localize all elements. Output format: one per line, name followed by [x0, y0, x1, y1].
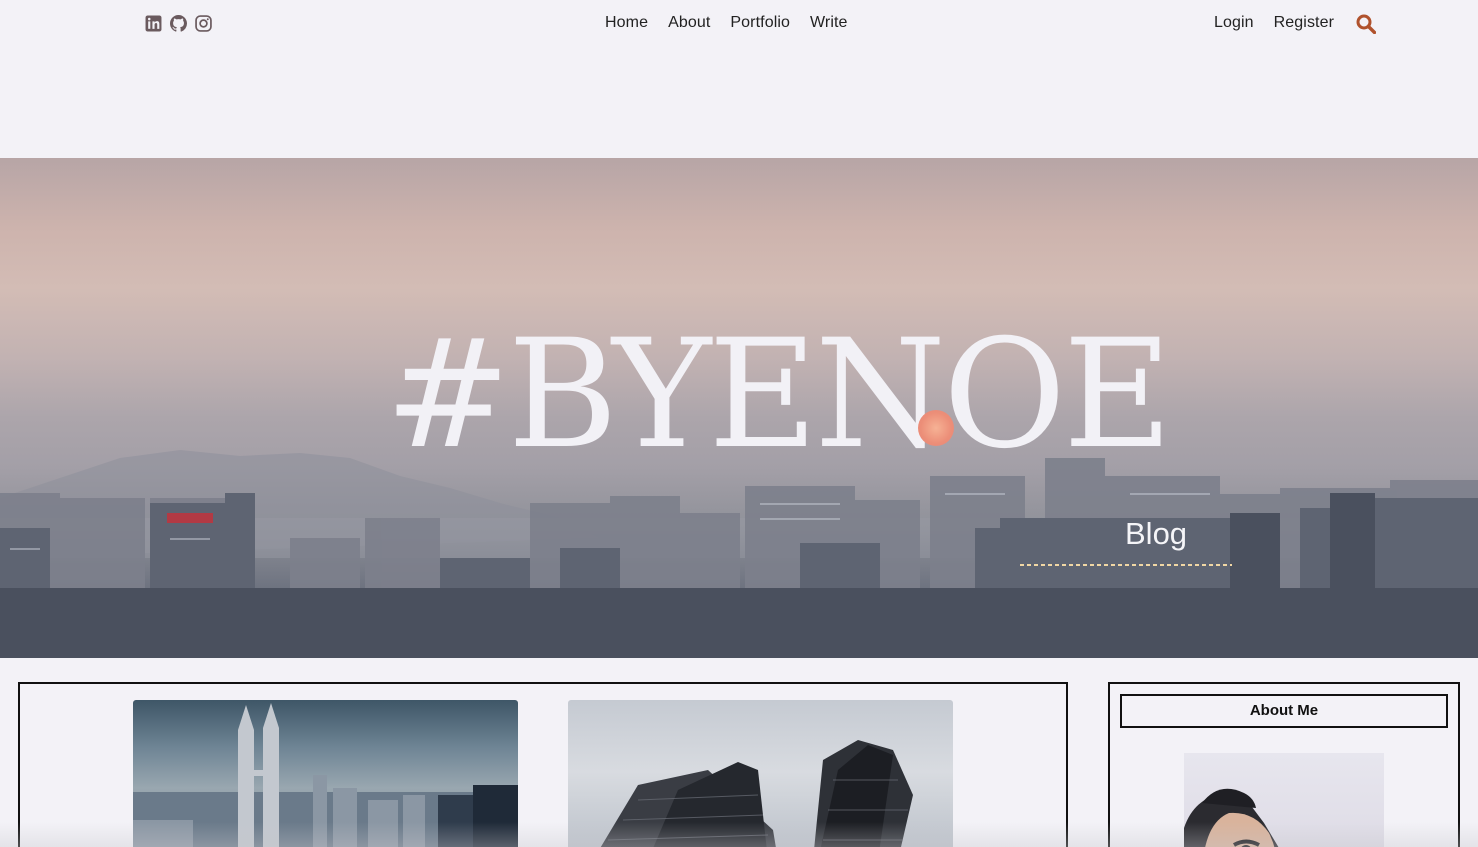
register-link[interactable]: Register — [1274, 14, 1334, 32]
login-link[interactable]: Login — [1214, 14, 1254, 32]
top-navbar: Home About Portfolio Write Login Registe… — [0, 0, 1478, 50]
hero-title: #BYENOE — [385, 308, 1173, 482]
search-icon[interactable] — [1356, 14, 1376, 34]
nav-write-link[interactable]: Write — [810, 14, 848, 32]
social-links — [145, 15, 212, 32]
nav-portfolio-link[interactable]: Portfolio — [730, 14, 790, 32]
hero-subtitle: Blog — [1125, 516, 1188, 551]
avatar — [1184, 753, 1384, 847]
auth-links: Login Register — [1214, 14, 1334, 32]
nav-home-link[interactable]: Home — [605, 14, 648, 32]
linkedin-icon[interactable] — [145, 15, 162, 32]
sun-graphic — [918, 410, 954, 446]
main-nav: Home About Portfolio Write — [605, 14, 848, 32]
posts-container — [18, 682, 1068, 847]
github-icon[interactable] — [170, 15, 187, 32]
post-card-image[interactable] — [568, 700, 953, 847]
about-me-sidebar: About Me — [1108, 682, 1460, 847]
sidebar-title: About Me — [1120, 694, 1448, 728]
instagram-icon[interactable] — [195, 15, 212, 32]
post-card-image[interactable] — [133, 700, 518, 847]
nav-about-link[interactable]: About — [668, 14, 710, 32]
hero-banner: #BYENOE Blog — [0, 158, 1478, 658]
